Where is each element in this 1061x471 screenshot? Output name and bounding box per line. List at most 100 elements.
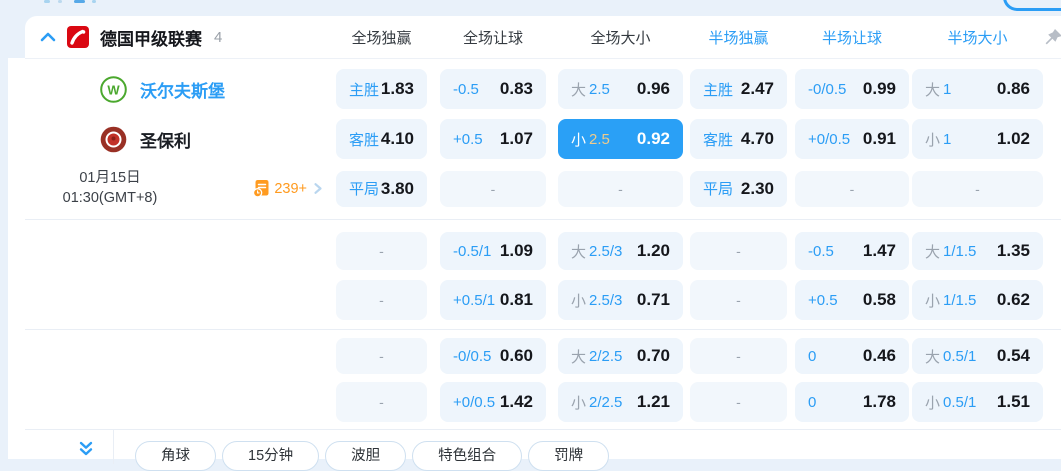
- dash: -: [379, 292, 384, 309]
- odds-label: 0: [808, 347, 817, 365]
- away-odds-row: 圣保利 客胜 4.10 +0.5 1.07 小 2.5 0.92 客胜 4.70 …: [25, 119, 1061, 159]
- away-team-name[interactable]: 圣保利: [140, 127, 191, 152]
- odds-cell-empty: -: [912, 170, 1043, 207]
- dash: -: [849, 180, 855, 197]
- league-match-card: 德国甲级联赛 4 全场独赢 全场让球 全场大小 半场独赢 半场让球 半场大小 W…: [25, 16, 1061, 471]
- odds-label: 主胜: [349, 81, 380, 99]
- dash: -: [975, 180, 980, 197]
- odds-cell-ft-under[interactable]: 小 2/2.5 1.21: [558, 382, 683, 423]
- odds-cell-empty: -: [336, 280, 427, 321]
- odds-cell-empty: -: [440, 170, 546, 207]
- odds-label: -0.5: [808, 242, 834, 260]
- odds-cell-ht-draw[interactable]: 平局 2.30: [690, 170, 787, 207]
- odds-cell-empty: -: [336, 232, 427, 271]
- odds-label: 2/2.5: [589, 393, 623, 411]
- collapse-chevron-icon[interactable]: [40, 32, 56, 42]
- tab-correct-score[interactable]: 波胆: [325, 441, 407, 471]
- odds-cell-ht-handicap-home[interactable]: 0 0.46: [795, 338, 909, 375]
- section-divider: [25, 329, 1061, 331]
- dash: -: [379, 394, 384, 411]
- odds-value: 0.60: [499, 346, 533, 366]
- odds-value: 2.30: [740, 178, 774, 198]
- odds-cell-ht-over[interactable]: 大1 0.86: [912, 69, 1043, 109]
- svg-text:W: W: [107, 82, 120, 97]
- odds-label: 1: [943, 130, 952, 148]
- tab-15min[interactable]: 15分钟: [222, 441, 320, 471]
- odds-cell-ft-handicap-home[interactable]: -0.5 0.83: [440, 69, 546, 109]
- cutoff-fragment: [74, 0, 85, 3]
- odds-value: 2.47: [740, 79, 774, 98]
- odds-cell-ft-handicap-away[interactable]: +0/0.5 1.42: [440, 382, 546, 423]
- odds-label: +0/0.5: [453, 393, 496, 411]
- odds-cell-ht-handicap-home[interactable]: -0.5 1.47: [795, 232, 909, 271]
- alt-odds-row: - -0/0.5 0.60 大 2/2.5 0.70 - 0 0.46 大 0.5/…: [25, 338, 1061, 375]
- match-date: 01月15日: [79, 170, 141, 186]
- tab-special-combo[interactable]: 特色组合: [412, 441, 523, 471]
- odds-cell-ft-handicap-home[interactable]: -0/0.5 0.60: [440, 338, 546, 375]
- odds-label: +0.5: [808, 291, 838, 309]
- odds-value: 1.20: [636, 241, 670, 261]
- odds-value: 3.80: [380, 178, 414, 198]
- odds-cell-ht-handicap-away[interactable]: +0/0.5 0.91: [795, 119, 909, 159]
- odds-cell-empty: -: [795, 170, 909, 207]
- chevron-right-icon: [311, 182, 324, 195]
- odds-cell-ft-under-selected[interactable]: 小 2.5 0.92: [558, 119, 683, 159]
- odds-cell-ft-home-win[interactable]: 主胜 1.83: [336, 69, 427, 109]
- markets-link[interactable]: 239+: [252, 179, 324, 198]
- odds-cell-ht-away-win[interactable]: 客胜 4.70: [690, 119, 787, 159]
- odds-label: 0: [808, 393, 817, 411]
- odds-value: 0.71: [636, 290, 670, 310]
- odds-cell-ft-over[interactable]: 大 2.5 0.96: [558, 69, 683, 109]
- odds-section-alt-2: - -0/0.5 0.60 大 2/2.5 0.70 - 0 0.46 大 0.5/…: [25, 338, 1061, 423]
- markets-count-icon: [252, 179, 270, 198]
- odds-cell-ft-away-win[interactable]: 客胜 4.10: [336, 119, 427, 159]
- odds-label: 客胜: [349, 131, 380, 149]
- ou-side-label: 大: [571, 81, 587, 99]
- home-team-name[interactable]: 沃尔夫斯堡: [140, 77, 225, 102]
- home-team[interactable]: W 沃尔夫斯堡: [25, 75, 330, 103]
- odds-cell-ht-under[interactable]: 小 0.5/1 1.51: [912, 382, 1043, 423]
- odds-cell-ft-over[interactable]: 大 2/2.5 0.70: [558, 338, 683, 375]
- odds-value: 1.51: [996, 392, 1030, 412]
- tab-corner[interactable]: 角球: [135, 441, 216, 471]
- odds-cell-ft-draw[interactable]: 平局 3.80: [336, 170, 427, 207]
- odds-value: 0.70: [636, 346, 670, 366]
- cutoff-blue-outline-fragment: [1003, 0, 1061, 11]
- footer-bar: 角球 15分钟 波胆 特色组合 罚牌: [25, 430, 1061, 471]
- odds-cell-ft-handicap-away[interactable]: +0.5/1 0.81: [440, 280, 546, 321]
- odds-cell-ft-over[interactable]: 大 2.5/3 1.20: [558, 232, 683, 271]
- odds-cell-ht-over[interactable]: 大 0.5/1 0.54: [912, 338, 1043, 375]
- col-header-ft-win: 全场独赢: [351, 29, 412, 47]
- pin-icon[interactable]: [1042, 27, 1061, 49]
- away-team-logo: [100, 126, 127, 153]
- tab-penalty-card[interactable]: 罚牌: [528, 441, 610, 471]
- bundesliga-logo-icon: [67, 26, 89, 48]
- odds-cell-ht-handicap-away[interactable]: +0.5 0.58: [795, 280, 909, 321]
- alt-odds-row: - +0/0.5 1.42 小 2/2.5 1.21 - 0 1.78 小 0.5/…: [25, 382, 1061, 423]
- odds-cell-ft-handicap-home[interactable]: -0.5/1 1.09: [440, 232, 546, 271]
- odds-value: 1.47: [862, 241, 896, 261]
- odds-cell-ht-under[interactable]: 小1 1.02: [912, 119, 1043, 159]
- odds-cell-ht-over[interactable]: 大 1/1.5 1.35: [912, 232, 1043, 271]
- ou-side-label: 大: [925, 243, 941, 261]
- odds-label: 2.5: [589, 130, 610, 148]
- odds-cell-ht-home-win[interactable]: 主胜 2.47: [690, 69, 787, 109]
- odds-label: -0.5/1: [453, 242, 492, 260]
- odds-label: 1/1.5: [943, 242, 977, 260]
- odds-cell-ft-handicap-away[interactable]: +0.5 1.07: [440, 119, 546, 159]
- col-header-ft-ou: 全场大小: [590, 29, 651, 47]
- odds-label: 1/1.5: [943, 291, 977, 309]
- odds-value: 1.35: [996, 241, 1030, 261]
- odds-cell-ht-handicap-away[interactable]: 0 1.78: [795, 382, 909, 423]
- odds-cell-ft-under[interactable]: 小 2.5/3 0.71: [558, 280, 683, 321]
- odds-cell-ht-handicap-home[interactable]: -0/0.5 0.99: [795, 69, 909, 109]
- league-title: 德国甲级联赛: [100, 29, 202, 49]
- col-header-ft-handicap: 全场让球: [462, 29, 523, 47]
- odds-label: 2.5/3: [589, 291, 623, 309]
- odds-value: 1.21: [636, 392, 670, 412]
- away-team[interactable]: 圣保利: [25, 126, 330, 153]
- odds-label: 1: [943, 80, 952, 98]
- col-header-ht-ou: 半场大小: [947, 29, 1008, 47]
- odds-cell-ht-under[interactable]: 小 1/1.5 0.62: [912, 280, 1043, 321]
- odds-section-main: W 沃尔夫斯堡 主胜 1.83 -0.5 0.83 大 2.5 0.96 主胜 2…: [25, 69, 1061, 208]
